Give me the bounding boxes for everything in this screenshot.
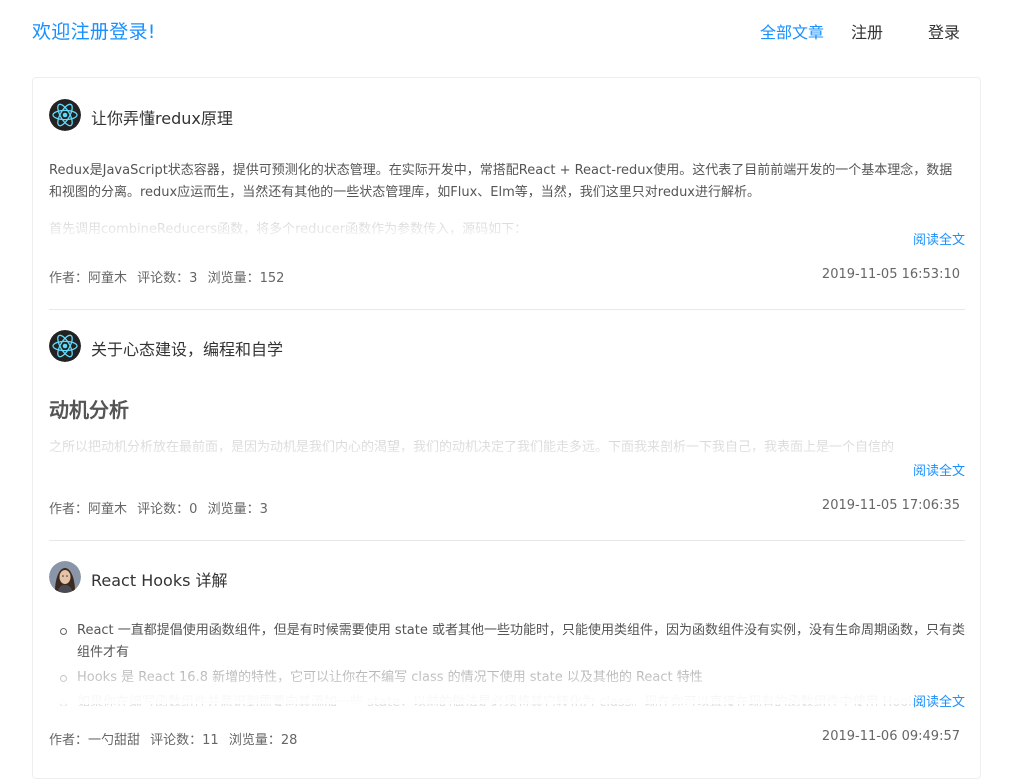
author-label: 作者：阿童木: [49, 502, 128, 517]
react-logo-icon: [49, 99, 81, 131]
view-count: 浏览量：28: [228, 733, 298, 748]
view-count: 浏览量：152: [207, 271, 285, 286]
top-header: 欢迎注册登录! 全部文章 注册 登录: [0, 0, 1019, 60]
article-list-card: 让你弄懂redux原理 Redux是JavaScript状态容器，提供可预测化的…: [32, 77, 981, 779]
comment-count: 评论数：0: [137, 502, 198, 517]
article-title[interactable]: React Hooks 详解: [91, 567, 228, 591]
article-summary: React 一直都提倡使用函数组件，但是有时候需要使用 state 或者其他一些…: [49, 620, 965, 706]
site-brand[interactable]: 欢迎注册登录!: [32, 17, 156, 44]
article-title[interactable]: 关于心态建设，编程和自学: [91, 336, 283, 360]
summary-paragraph: Redux是JavaScript状态容器，提供可预测化的状态管理。在实际开发中，…: [49, 163, 953, 200]
read-more-link[interactable]: 阅读全文: [913, 691, 965, 710]
author-label: 作者：一勺甜甜: [49, 733, 141, 748]
article-item: React Hooks 详解 React 一直都提倡使用函数组件，但是有时候需要…: [49, 540, 965, 771]
summary-paragraph: 首先调用combineReducers函数，将多个reducer函数作为参数传入…: [49, 222, 528, 237]
article-summary: 动机分析 之所以把动机分析放在最前面，是因为动机是我们内心的渴望，我们的动机决定…: [49, 395, 965, 475]
summary-paragraph: 之所以把动机分析放在最前面，是因为动机是我们内心的渴望，我们的动机决定了我们能走…: [49, 440, 895, 455]
article-meta: 作者：阿童木 评论数：0 浏览量：3: [49, 498, 274, 517]
article-date: 2019-11-05 16:53:10: [821, 267, 960, 282]
nav-register[interactable]: 注册: [851, 19, 883, 43]
nav-all-articles[interactable]: 全部文章: [760, 19, 824, 43]
author-label: 作者：阿童木: [49, 271, 128, 286]
article-summary: Redux是JavaScript状态容器，提供可预测化的状态管理。在实际开发中，…: [49, 160, 965, 240]
article-item: 关于心态建设，编程和自学 动机分析 之所以把动机分析放在最前面，是因为动机是我们…: [49, 309, 965, 541]
user-photo-avatar: [49, 561, 81, 593]
react-logo-icon: [49, 330, 81, 362]
article-meta: 作者：阿童木 评论数：3 浏览量：152: [49, 267, 290, 286]
comment-count: 评论数：11: [150, 733, 219, 748]
article-item: 让你弄懂redux原理 Redux是JavaScript状态容器，提供可预测化的…: [49, 78, 965, 310]
summary-list: React 一直都提倡使用函数组件，但是有时候需要使用 state 或者其他一些…: [49, 620, 965, 706]
article-meta: 作者：一勺甜甜 评论数：11 浏览量：28: [49, 729, 303, 748]
article-date: 2019-11-05 17:06:35: [821, 498, 960, 513]
read-more-link[interactable]: 阅读全文: [913, 460, 965, 479]
read-more-link[interactable]: 阅读全文: [913, 229, 965, 248]
list-item: React 一直都提倡使用函数组件，但是有时候需要使用 state 或者其他一些…: [60, 620, 965, 664]
article-date: 2019-11-06 09:49:57: [821, 729, 960, 744]
list-item: Hooks 是 React 16.8 新增的特性，它可以让你在不编写 class…: [60, 667, 965, 689]
summary-heading: 动机分析: [49, 398, 129, 422]
view-count: 浏览量：3: [207, 502, 268, 517]
list-item: 如果你在编写函数组件并意识到需要向其添加一些 state，以前的做法是必须将其它…: [60, 692, 965, 706]
nav-login[interactable]: 登录: [928, 19, 960, 43]
comment-count: 评论数：3: [137, 271, 198, 286]
article-title[interactable]: 让你弄懂redux原理: [91, 105, 233, 129]
